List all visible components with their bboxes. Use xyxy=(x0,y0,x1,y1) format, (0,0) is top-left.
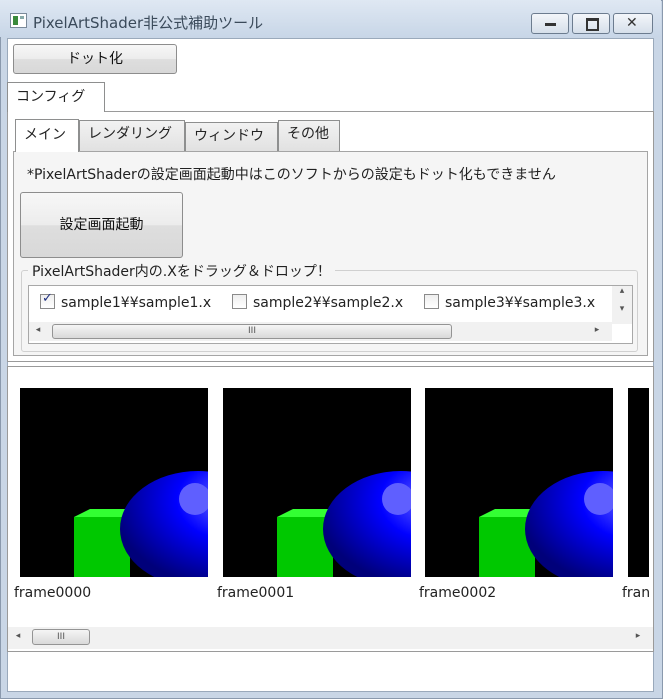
tab-config[interactable]: コンフィグ xyxy=(7,82,105,112)
scroll-up-icon[interactable]: ▴ xyxy=(614,286,630,296)
frame-thumbnail[interactable] xyxy=(223,388,411,577)
maximize-icon xyxy=(586,18,599,31)
minimize-icon xyxy=(545,23,556,26)
frames-scroll-left-icon[interactable]: ◂ xyxy=(13,631,23,641)
launch-settings-button[interactable]: 設定画面起動 xyxy=(20,192,183,258)
file-checkbox-sample3[interactable] xyxy=(424,294,439,309)
list-vertical-scrollbar[interactable]: ▴ ▾ xyxy=(612,286,632,324)
list-horizontal-scrollbar[interactable]: ◂ III ▸ xyxy=(29,322,612,341)
frame-thumbnail[interactable] xyxy=(425,388,613,577)
tab-window[interactable]: ウィンドウ xyxy=(185,122,278,151)
frame-label: frame0001 xyxy=(217,585,295,601)
frame-label: frame0000 xyxy=(14,585,92,601)
file-item-sample2[interactable]: sample2¥¥sample2.x xyxy=(232,294,403,314)
status-area xyxy=(8,652,653,691)
file-checkbox-sample1[interactable] xyxy=(40,291,55,309)
warning-note: *PixelArtShaderの設定画面起動中はこのソフトからの設定もドット化も… xyxy=(27,167,556,183)
maximize-button[interactable] xyxy=(572,13,610,34)
frame-label: frame0002 xyxy=(419,585,497,601)
frames-scroll-thumb[interactable]: III xyxy=(32,629,90,645)
dot-convert-button[interactable]: ドット化 xyxy=(13,44,177,74)
frames-horizontal-scrollbar[interactable]: ◂ III ▸ xyxy=(8,627,653,649)
drop-group-label: PixelArtShader内の.Xをドラッグ＆ドロップ！ xyxy=(28,261,335,281)
frames-scroll-right-icon[interactable]: ▸ xyxy=(633,631,643,641)
frame-render xyxy=(223,388,411,577)
file-label-sample1: sample1¥¥sample1.x xyxy=(61,295,212,311)
minimize-button[interactable] xyxy=(531,13,569,34)
file-checkbox-sample2[interactable] xyxy=(232,294,247,309)
window-title: PixelArtShader非公式補助ツール xyxy=(33,14,264,32)
frame-thumbnail[interactable] xyxy=(20,388,208,577)
scroll-left-icon[interactable]: ◂ xyxy=(33,325,43,335)
frame-render xyxy=(425,388,613,577)
frame-label: fran xyxy=(622,585,650,601)
tab-main[interactable]: メイン xyxy=(15,119,79,152)
file-item-sample3[interactable]: sample3¥¥sample3.x xyxy=(424,294,595,314)
list-scroll-thumb[interactable]: III xyxy=(52,324,452,339)
tab-other[interactable]: その他 xyxy=(278,120,340,151)
frame-thumbnail[interactable] xyxy=(628,388,649,577)
file-label-sample3: sample3¥¥sample3.x xyxy=(445,295,596,311)
file-item-sample1[interactable]: sample1¥¥sample1.x xyxy=(40,291,212,314)
scroll-right-icon[interactable]: ▸ xyxy=(592,325,602,335)
close-icon: ✕ xyxy=(626,15,638,31)
file-label-sample2: sample2¥¥sample2.x xyxy=(253,295,404,311)
frame-render xyxy=(20,388,208,577)
tab-rendering[interactable]: レンダリング xyxy=(79,120,185,151)
close-button[interactable]: ✕ xyxy=(613,13,653,34)
app-icon xyxy=(10,13,27,28)
scroll-down-icon[interactable]: ▾ xyxy=(614,304,630,314)
